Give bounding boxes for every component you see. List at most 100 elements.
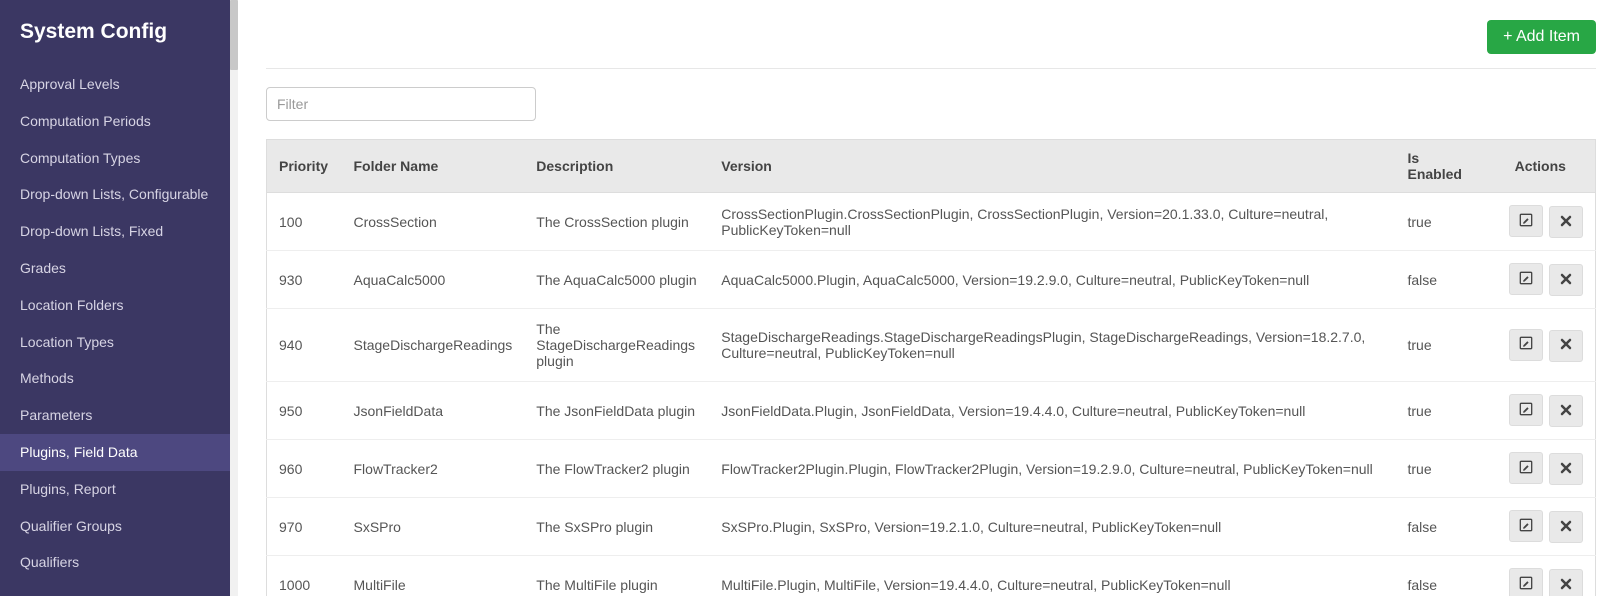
filter-input[interactable] [266, 87, 536, 121]
delete-button[interactable] [1549, 330, 1583, 362]
header-description: Description [524, 140, 709, 193]
cell-actions [1486, 498, 1596, 556]
cell-folder-name: AquaCalc5000 [342, 251, 525, 309]
cell-version: CrossSectionPlugin.CrossSectionPlugin, C… [709, 193, 1395, 251]
cell-folder-name: SxSPro [342, 498, 525, 556]
cell-version: AquaCalc5000.Plugin, AquaCalc5000, Versi… [709, 251, 1395, 309]
delete-button[interactable] [1549, 569, 1583, 596]
table-row: 1000MultiFileThe MultiFile pluginMultiFi… [267, 556, 1596, 596]
cell-version: MultiFile.Plugin, MultiFile, Version=19.… [709, 556, 1395, 596]
cell-priority: 960 [267, 440, 342, 498]
table-row: 950JsonFieldDataThe JsonFieldData plugin… [267, 382, 1596, 440]
add-item-button[interactable]: + Add Item [1487, 20, 1596, 54]
sidebar-item-computation-periods[interactable]: Computation Periods [0, 103, 230, 140]
delete-button[interactable] [1549, 453, 1583, 485]
cell-folder-name: JsonFieldData [342, 382, 525, 440]
edit-button[interactable] [1509, 510, 1543, 542]
cell-description: The SxSPro plugin [524, 498, 709, 556]
sidebar-item-qualifier-groups[interactable]: Qualifier Groups [0, 508, 230, 545]
edit-icon [1519, 518, 1533, 535]
header-is-enabled: Is Enabled [1396, 140, 1486, 193]
cell-is-enabled: true [1396, 309, 1486, 382]
delete-button[interactable] [1549, 395, 1583, 427]
table-row: 940StageDischargeReadingsThe StageDischa… [267, 309, 1596, 382]
sidebar-item-location-folders[interactable]: Location Folders [0, 287, 230, 324]
cell-actions [1486, 193, 1596, 251]
table-row: 970SxSProThe SxSPro pluginSxSPro.Plugin,… [267, 498, 1596, 556]
cell-priority: 950 [267, 382, 342, 440]
cell-actions [1486, 309, 1596, 382]
sidebar-item-grades[interactable]: Grades [0, 250, 230, 287]
delete-button[interactable] [1549, 264, 1583, 296]
header-priority: Priority [267, 140, 342, 193]
cell-description: The JsonFieldData plugin [524, 382, 709, 440]
sidebar-item-plugins-field-data[interactable]: Plugins, Field Data [0, 434, 230, 471]
close-icon [1560, 578, 1572, 593]
cell-is-enabled: true [1396, 193, 1486, 251]
cell-is-enabled: false [1396, 556, 1486, 596]
cell-actions [1486, 556, 1596, 596]
cell-description: The CrossSection plugin [524, 193, 709, 251]
sidebar-title: System Config [0, 0, 230, 66]
sidebar-scrollbar[interactable] [230, 0, 238, 596]
edit-button[interactable] [1509, 205, 1543, 237]
sidebar-item-plugins-report[interactable]: Plugins, Report [0, 471, 230, 508]
edit-icon [1519, 576, 1533, 593]
close-icon [1560, 215, 1572, 230]
cell-version: SxSPro.Plugin, SxSPro, Version=19.2.1.0,… [709, 498, 1395, 556]
cell-folder-name: FlowTracker2 [342, 440, 525, 498]
toolbar: + Add Item [266, 0, 1596, 69]
edit-icon [1519, 336, 1533, 353]
close-icon [1560, 520, 1572, 535]
edit-icon [1519, 402, 1533, 419]
edit-button[interactable] [1509, 394, 1543, 426]
cell-folder-name: CrossSection [342, 193, 525, 251]
delete-button[interactable] [1549, 511, 1583, 543]
table-row: 930AquaCalc5000The AquaCalc5000 pluginAq… [267, 251, 1596, 309]
cell-version: JsonFieldData.Plugin, JsonFieldData, Ver… [709, 382, 1395, 440]
cell-version: FlowTracker2Plugin.Plugin, FlowTracker2P… [709, 440, 1395, 498]
sidebar-item-location-types[interactable]: Location Types [0, 324, 230, 361]
sidebar-item-methods[interactable]: Methods [0, 360, 230, 397]
cell-actions [1486, 440, 1596, 498]
sidebar-item-computation-types[interactable]: Computation Types [0, 140, 230, 177]
cell-priority: 970 [267, 498, 342, 556]
edit-button[interactable] [1509, 568, 1543, 596]
edit-icon [1519, 213, 1533, 230]
cell-folder-name: MultiFile [342, 556, 525, 596]
cell-description: The FlowTracker2 plugin [524, 440, 709, 498]
edit-button[interactable] [1509, 263, 1543, 295]
cell-priority: 930 [267, 251, 342, 309]
table-row: 100CrossSectionThe CrossSection pluginCr… [267, 193, 1596, 251]
cell-priority: 100 [267, 193, 342, 251]
edit-button[interactable] [1509, 452, 1543, 484]
main-content: + Add Item Priority Folder Name Descript… [238, 0, 1624, 596]
table-header-row: Priority Folder Name Description Version… [267, 140, 1596, 193]
header-folder: Folder Name [342, 140, 525, 193]
plugins-table: Priority Folder Name Description Version… [266, 139, 1596, 596]
sidebar-item-drop-down-lists-fixed[interactable]: Drop-down Lists, Fixed [0, 213, 230, 250]
cell-description: The MultiFile plugin [524, 556, 709, 596]
cell-actions [1486, 251, 1596, 309]
cell-priority: 940 [267, 309, 342, 382]
cell-version: StageDischargeReadings.StageDischargeRea… [709, 309, 1395, 382]
cell-is-enabled: true [1396, 382, 1486, 440]
cell-description: The StageDischargeReadings plugin [524, 309, 709, 382]
close-icon [1560, 273, 1572, 288]
sidebar-item-drop-down-lists-configurable[interactable]: Drop-down Lists, Configurable [0, 176, 230, 213]
edit-button[interactable] [1509, 329, 1543, 361]
scrollbar-thumb[interactable] [230, 0, 238, 70]
sidebar-item-approval-levels[interactable]: Approval Levels [0, 66, 230, 103]
delete-button[interactable] [1549, 206, 1583, 238]
close-icon [1560, 338, 1572, 353]
cell-description: The AquaCalc5000 plugin [524, 251, 709, 309]
sidebar-item-qualifiers[interactable]: Qualifiers [0, 544, 230, 581]
cell-actions [1486, 382, 1596, 440]
sidebar-item-parameters[interactable]: Parameters [0, 397, 230, 434]
sidebar: System Config Approval LevelsComputation… [0, 0, 238, 596]
filter-wrap [266, 69, 1596, 139]
header-actions: Actions [1486, 140, 1596, 193]
edit-icon [1519, 460, 1533, 477]
cell-priority: 1000 [267, 556, 342, 596]
close-icon [1560, 404, 1572, 419]
